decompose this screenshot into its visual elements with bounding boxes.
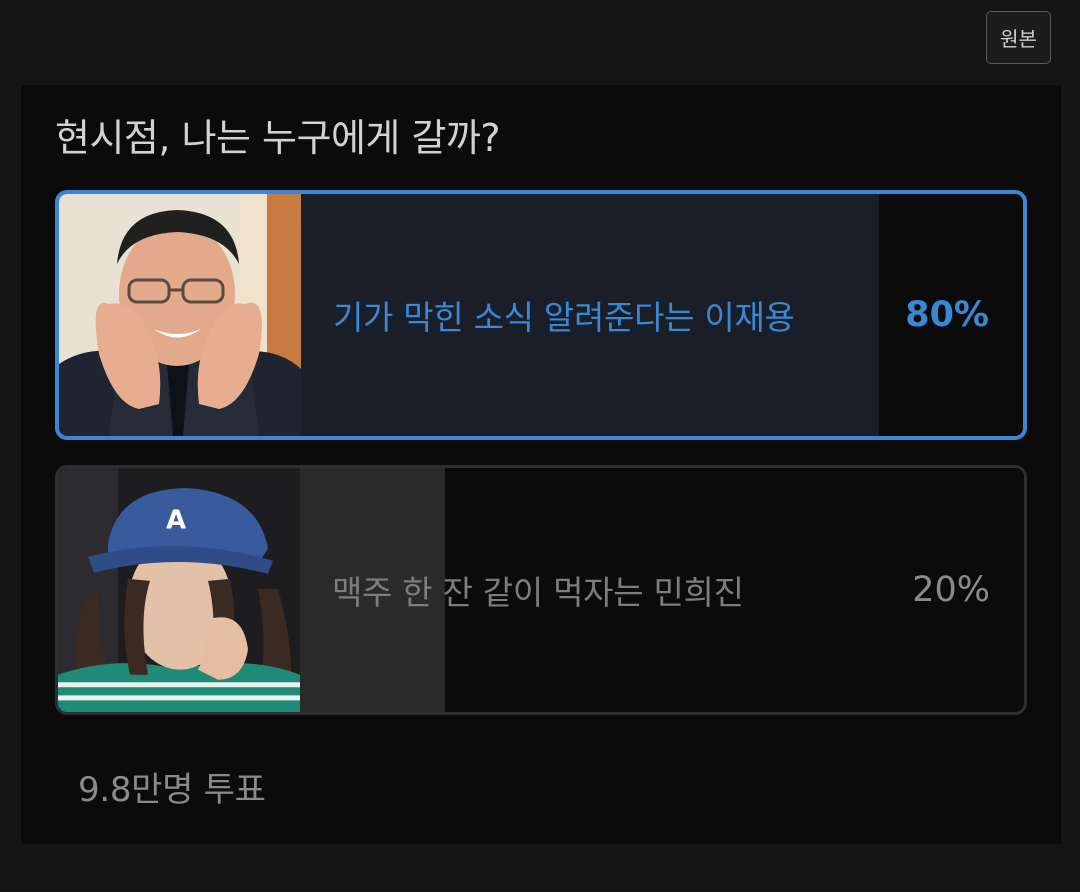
poll-option-2[interactable]: A 맥주 한 잔 같이 먹자는 민희진 20% [55, 465, 1027, 715]
option-2-label: 맥주 한 잔 같이 먹자는 민희진 [332, 573, 744, 612]
vote-count: 9.8만명 투표 [78, 770, 266, 810]
option-1-bar-area: 기가 막힌 소식 알려준다는 이재용 80% [301, 194, 1023, 436]
poll-option-1[interactable]: 기가 막힌 소식 알려준다는 이재용 80% [55, 190, 1027, 440]
page: 원본 현시점, 나는 누구에게 갈까? 기가 막힌 소식 알려준다는 이재용 8… [0, 0, 1080, 892]
original-button[interactable]: 원본 [986, 11, 1051, 64]
option-2-photo: A [58, 468, 300, 712]
option-1-label: 기가 막힌 소식 알려준다는 이재용 [333, 298, 795, 337]
poll-card: 현시점, 나는 누구에게 갈까? 기가 막힌 소식 알려준다는 이재용 80% … [21, 85, 1061, 844]
option-2-percent: 20% [912, 570, 990, 610]
option-1-percent: 80% [905, 295, 989, 335]
option-1-photo [59, 194, 301, 436]
svg-text:A: A [166, 505, 187, 535]
option-2-bar-area: 맥주 한 잔 같이 먹자는 민희진 20% [300, 468, 1024, 712]
poll-question: 현시점, 나는 누구에게 갈까? [55, 116, 501, 160]
